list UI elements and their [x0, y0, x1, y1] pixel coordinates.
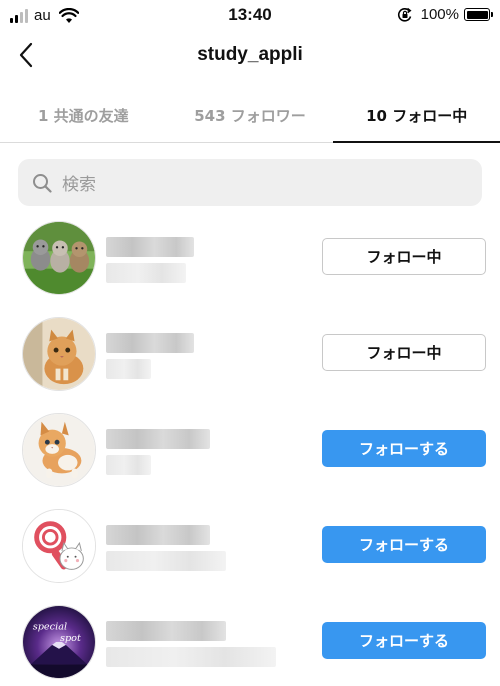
follow-tabs: 1 共通の友達 543 フォロワー 10 フォロー中	[0, 88, 500, 143]
search-input[interactable]: 検索	[18, 159, 482, 206]
display-name-blurred	[106, 551, 226, 571]
status-right: 100%	[397, 6, 493, 23]
orange-cat-image	[23, 318, 95, 390]
list-item: フォローする	[0, 405, 500, 501]
cat-magnifier-logo-image	[23, 510, 95, 582]
special-spot-logo-image: special spot	[23, 606, 95, 678]
list-item: フォロー中	[0, 213, 500, 309]
list-item: フォロー中	[0, 309, 500, 405]
avatar[interactable]	[22, 317, 96, 391]
avatar[interactable]	[22, 509, 96, 583]
following-button[interactable]: フォロー中	[322, 238, 486, 275]
status-bar: au 13:40 100%	[0, 0, 500, 30]
nav-header: study_appli	[0, 30, 500, 82]
tab-followers[interactable]: 543 フォロワー	[167, 88, 334, 142]
search-icon	[33, 173, 52, 193]
list-item: フォローする	[0, 501, 500, 597]
display-name-blurred	[106, 455, 151, 475]
username-blurred	[106, 333, 194, 353]
username-blurred	[106, 429, 210, 449]
display-name-blurred	[106, 359, 151, 379]
search-placeholder: 検索	[62, 175, 96, 195]
svg-text:spot: spot	[60, 633, 81, 644]
username-blurred	[106, 525, 210, 545]
display-name-blurred	[106, 647, 276, 667]
follow-button[interactable]: フォローする	[322, 622, 486, 659]
tab-mutual-friends[interactable]: 1 共通の友達	[0, 88, 167, 142]
follow-button[interactable]: フォローする	[322, 430, 486, 467]
kitten-walking-image	[23, 414, 95, 486]
battery-icon	[464, 8, 493, 21]
avatar[interactable]	[22, 221, 96, 295]
display-name-blurred	[106, 263, 186, 283]
follow-button[interactable]: フォローする	[322, 526, 486, 563]
avatar[interactable]: special spot	[22, 605, 96, 679]
battery-percentage: 100%	[420, 6, 459, 23]
svg-text:special: special	[33, 621, 67, 632]
following-list: フォロー中 フォロー中 フォローする フォローする special spot フ…	[0, 213, 500, 686]
following-button[interactable]: フォロー中	[322, 334, 486, 371]
rotation-lock-icon	[397, 7, 412, 22]
avatar[interactable]	[22, 413, 96, 487]
username-blurred	[106, 621, 226, 641]
page-title: study_appli	[197, 44, 303, 65]
kittens-on-grass-image	[23, 222, 95, 294]
tab-following[interactable]: 10 フォロー中	[333, 88, 500, 143]
list-item: special spot フォローする	[0, 597, 500, 686]
username-blurred	[106, 237, 194, 257]
